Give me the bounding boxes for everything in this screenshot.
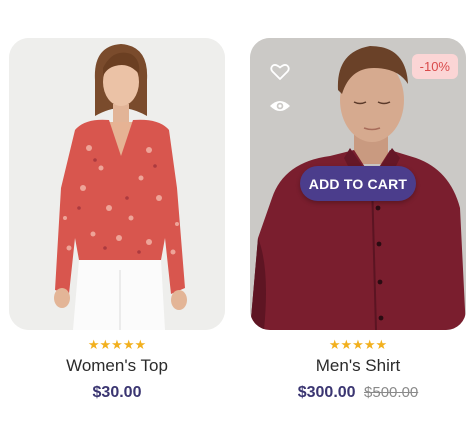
product-card-mens-shirt[interactable]: -10% ADD TO CART ★★★★★ Men's Shirt $300.…: [250, 38, 466, 403]
product-name[interactable]: Women's Top: [9, 356, 225, 376]
product-price: $300.00: [297, 384, 356, 401]
heart-icon: [270, 64, 290, 80]
product-old-price: $500.00: [364, 384, 419, 401]
product-name[interactable]: Men's Shirt: [250, 356, 466, 376]
star-rating-icon: ★★★★★: [87, 337, 147, 352]
womens-top-photo: [9, 38, 225, 330]
wishlist-button[interactable]: [268, 60, 292, 84]
eye-icon: [270, 101, 290, 111]
product-card-womens-top[interactable]: ★★★★★ Women's Top $30.00: [9, 38, 225, 403]
product-price: $30.00: [92, 384, 142, 401]
rating-stars: ★★★★★: [9, 338, 225, 352]
discount-badge: -10%: [411, 54, 458, 79]
price-row: $30.00: [9, 383, 225, 403]
product-image-womens-top[interactable]: [9, 38, 225, 330]
product-image-mens-shirt[interactable]: -10% ADD TO CART: [250, 38, 466, 330]
add-to-cart-button[interactable]: ADD TO CART: [300, 166, 416, 201]
star-rating-icon: ★★★★★: [328, 337, 388, 352]
price-row: $300.00 $500.00: [250, 383, 466, 403]
rating-stars: ★★★★★: [250, 338, 466, 352]
quick-view-button[interactable]: [268, 94, 292, 118]
